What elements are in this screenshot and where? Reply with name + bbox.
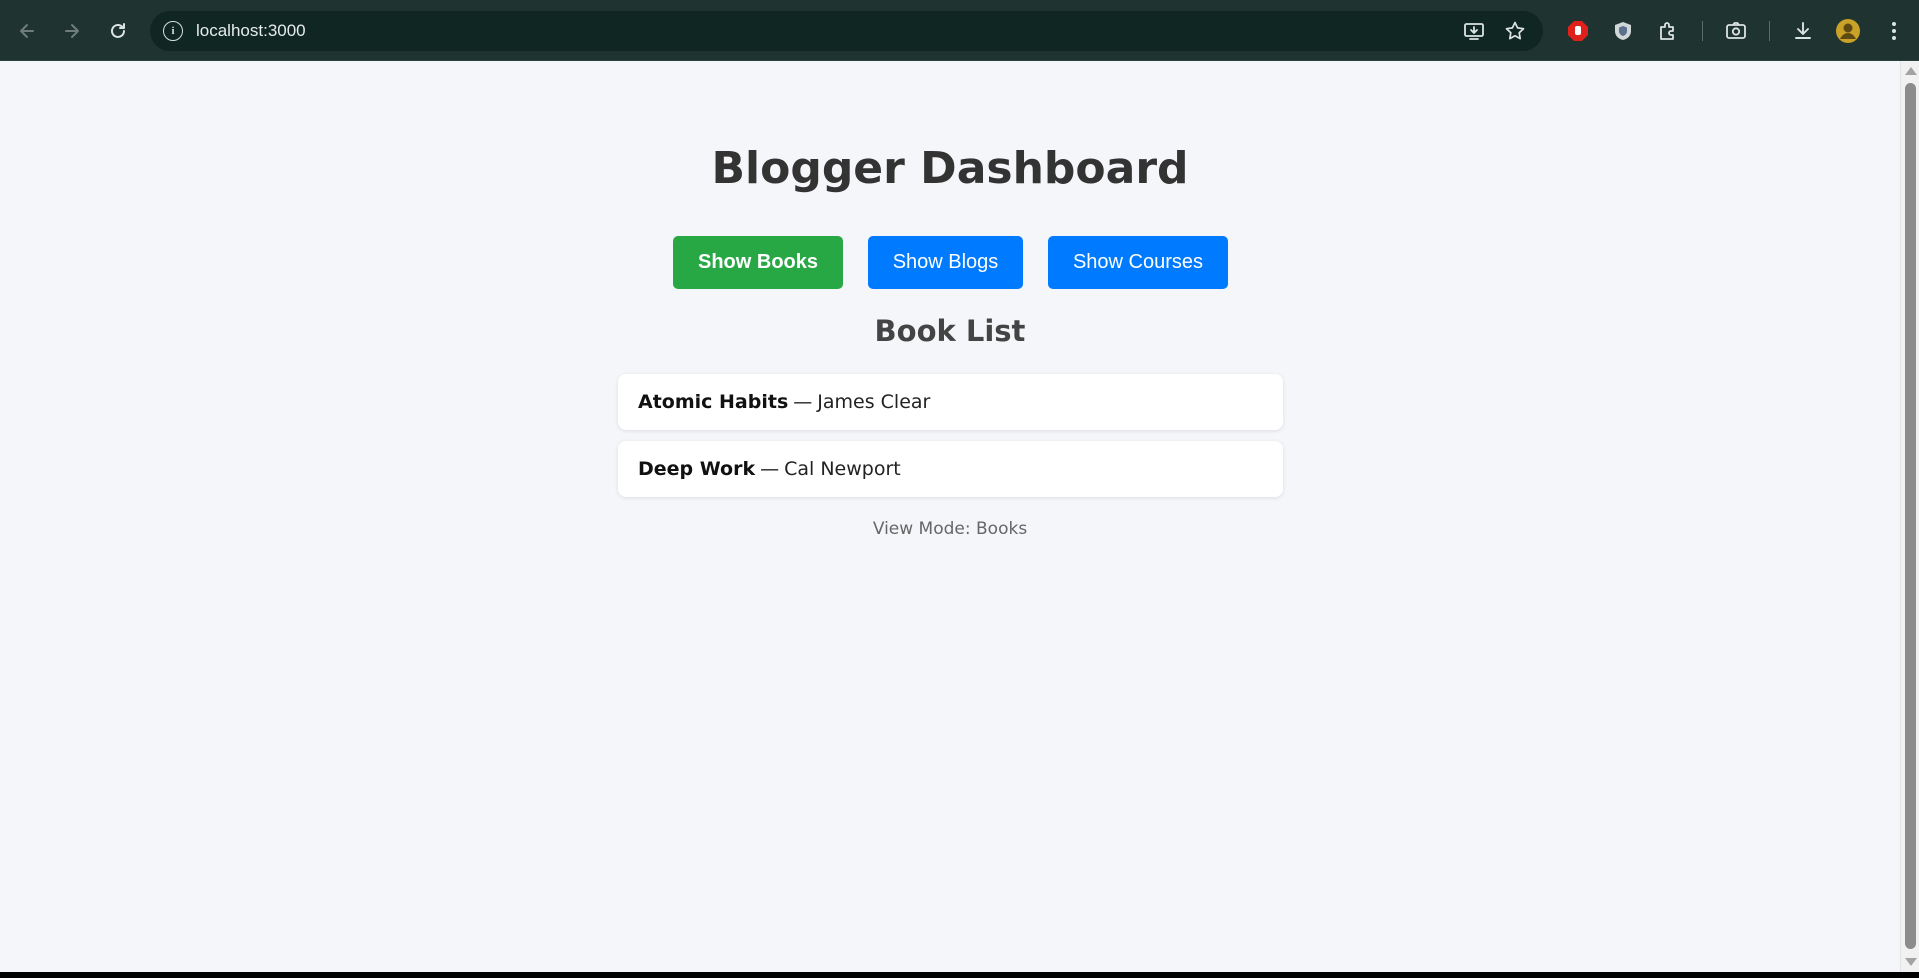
book-title: Deep Work [638, 458, 756, 480]
show-courses-button[interactable]: Show Courses [1048, 236, 1228, 289]
view-mode-status: View Mode: Books [872, 519, 1028, 539]
window-bottom-edge [0, 972, 1919, 978]
show-blogs-button[interactable]: Show Blogs [868, 236, 1023, 289]
bookmark-star-icon[interactable] [1503, 19, 1527, 43]
book-author: James Clear [817, 391, 931, 413]
page-content: Blogger Dashboard Show Books Show Blogs … [0, 61, 1900, 972]
site-info-icon[interactable]: i [163, 21, 183, 41]
browser-toolbar: i localhost:3000 [0, 0, 1919, 61]
toolbar-divider [1769, 21, 1770, 41]
scroll-up-arrow-icon[interactable] [1905, 67, 1917, 75]
address-bar[interactable]: i localhost:3000 [150, 11, 1543, 51]
profile-avatar-icon[interactable] [1834, 17, 1862, 45]
downloads-icon[interactable] [1789, 17, 1817, 45]
reload-icon[interactable] [104, 17, 132, 45]
vertical-scrollbar[interactable] [1900, 61, 1919, 972]
shield-extension-icon[interactable] [1609, 17, 1637, 45]
book-title: Atomic Habits [638, 391, 789, 413]
extensions-puzzle-icon[interactable] [1654, 17, 1682, 45]
forward-icon[interactable] [58, 17, 86, 45]
back-icon[interactable] [13, 17, 41, 45]
url-text[interactable]: localhost:3000 [196, 21, 306, 41]
stop-extension-icon[interactable] [1564, 17, 1592, 45]
page-title: Blogger Dashboard [711, 143, 1189, 194]
scroll-down-arrow-icon[interactable] [1905, 958, 1917, 966]
title-author-separator: — [760, 458, 780, 480]
section-title: Book List [874, 314, 1026, 348]
install-app-icon[interactable] [1462, 19, 1486, 43]
browser-menu-icon[interactable] [1880, 17, 1908, 45]
show-books-button[interactable]: Show Books [673, 236, 843, 289]
view-toggle-buttons: Show Books Show Blogs Show Courses [0, 236, 1900, 289]
screenshot-icon[interactable] [1722, 17, 1750, 45]
toolbar-divider [1702, 21, 1703, 41]
title-author-separator: — [793, 391, 813, 413]
book-list-item: Atomic Habits — James Clear [618, 374, 1283, 430]
book-author: Cal Newport [784, 458, 901, 480]
book-list-item: Deep Work — Cal Newport [618, 441, 1283, 497]
scrollbar-thumb[interactable] [1905, 83, 1916, 949]
